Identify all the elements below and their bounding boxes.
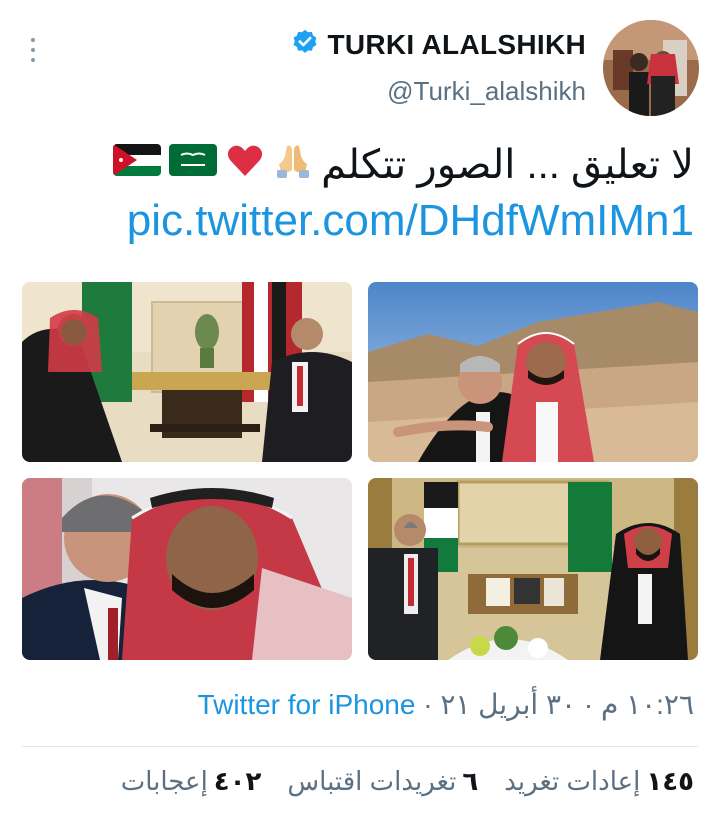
- tweet-stats: ١٤٥إعادات تغريد ٦تغريدات اقتباس ٤٠٢إعجاب…: [121, 766, 694, 797]
- verified-badge-icon: [291, 28, 319, 61]
- folded-hands-icon: [273, 140, 313, 190]
- more-options-icon[interactable]: [25, 38, 41, 62]
- tweet-text: لا تعليق ... الصور تتكلم: [113, 140, 694, 190]
- tweet-meta: ١٠:٢٦ م · ٣٠ أبريل ٢١ · Twitter for iPho…: [198, 688, 694, 721]
- tweet-photo-2[interactable]: [368, 282, 698, 462]
- flag-jordan-icon: [113, 142, 162, 188]
- tweet-body: لا تعليق ... الصور تتكلم: [321, 143, 694, 187]
- media-link[interactable]: pic.twitter.com/DHdfWmIMn1: [127, 196, 694, 246]
- divider: [22, 746, 698, 747]
- retweets-stat[interactable]: ١٤٥إعادات تغريد: [504, 766, 694, 797]
- author-display-name: TURKI ALALSHIKH: [327, 28, 586, 60]
- meta-separator-1: ·: [583, 689, 594, 720]
- likes-stat[interactable]: ٤٠٢إعجابات: [121, 766, 262, 797]
- tweet-photo-1[interactable]: [22, 282, 352, 462]
- retweets-label: إعادات تغريد: [504, 766, 641, 796]
- red-heart-icon: [225, 140, 265, 190]
- retweets-count: ١٤٥: [646, 766, 694, 796]
- flag-saudi-arabia-icon: [169, 142, 218, 188]
- tweet-photo-4[interactable]: [368, 478, 698, 660]
- tweet-date[interactable]: ٣٠ أبريل ٢١: [440, 689, 576, 720]
- likes-count: ٤٠٢: [213, 766, 262, 796]
- tweet-photo-3[interactable]: [22, 478, 352, 660]
- author-handle[interactable]: @Turki_alalshikh: [387, 76, 586, 107]
- avatar[interactable]: [603, 20, 699, 116]
- tweet-time: ١٠:٢٦ م: [600, 689, 694, 720]
- tweet-source[interactable]: Twitter for iPhone: [198, 689, 416, 720]
- quotes-stat[interactable]: ٦تغريدات اقتباس: [287, 766, 478, 797]
- quotes-count: ٦: [462, 766, 479, 796]
- likes-label: إعجابات: [120, 766, 208, 796]
- quotes-label: تغريدات اقتباس: [287, 766, 457, 796]
- author-name-row[interactable]: TURKI ALALSHIKH: [291, 28, 586, 61]
- meta-separator-2: ·: [423, 689, 433, 720]
